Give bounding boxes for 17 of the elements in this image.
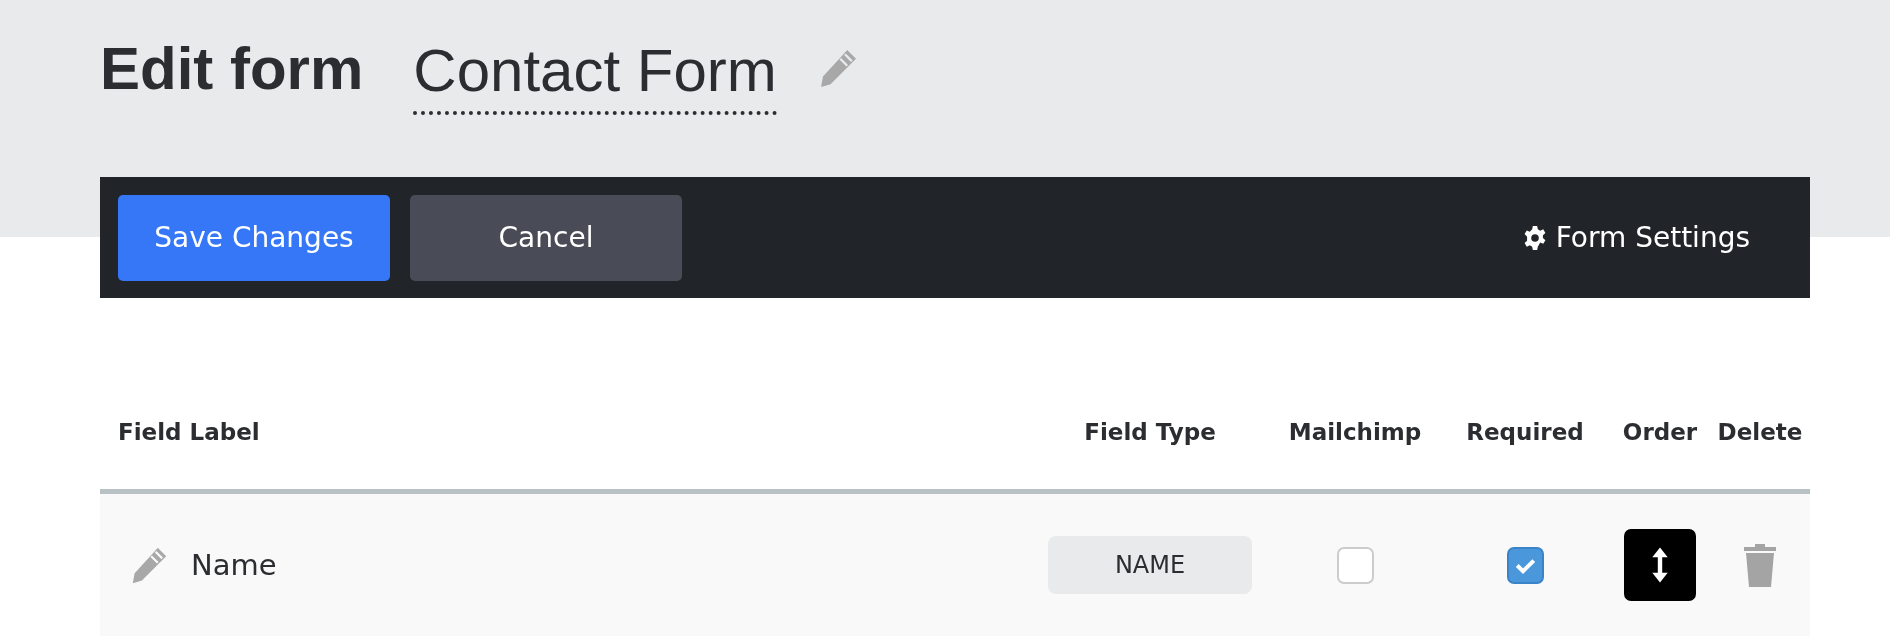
field-label: Name (191, 548, 277, 582)
trash-icon[interactable] (1743, 543, 1777, 587)
form-name[interactable]: Contact Form (413, 35, 777, 115)
mailchimp-checkbox[interactable] (1336, 546, 1374, 584)
field-type-tag: NAME (1048, 536, 1252, 594)
column-header: Delete (1716, 418, 1804, 445)
reorder-handle[interactable] (1624, 529, 1696, 601)
column-header: Order (1621, 418, 1699, 445)
column-header: Mailchimp (1287, 418, 1423, 445)
toolbar-button[interactable]: Save Changes (118, 194, 390, 281)
page-title: Edit form (100, 33, 364, 103)
form-settings-link[interactable]: Form Settings (1555, 221, 1750, 254)
column-header: Required (1465, 418, 1585, 445)
required-checkbox[interactable] (1506, 546, 1544, 584)
column-header: Field Label (117, 418, 261, 445)
column-header: Field Type (1083, 418, 1217, 445)
toolbar-button[interactable]: Cancel (410, 194, 682, 281)
